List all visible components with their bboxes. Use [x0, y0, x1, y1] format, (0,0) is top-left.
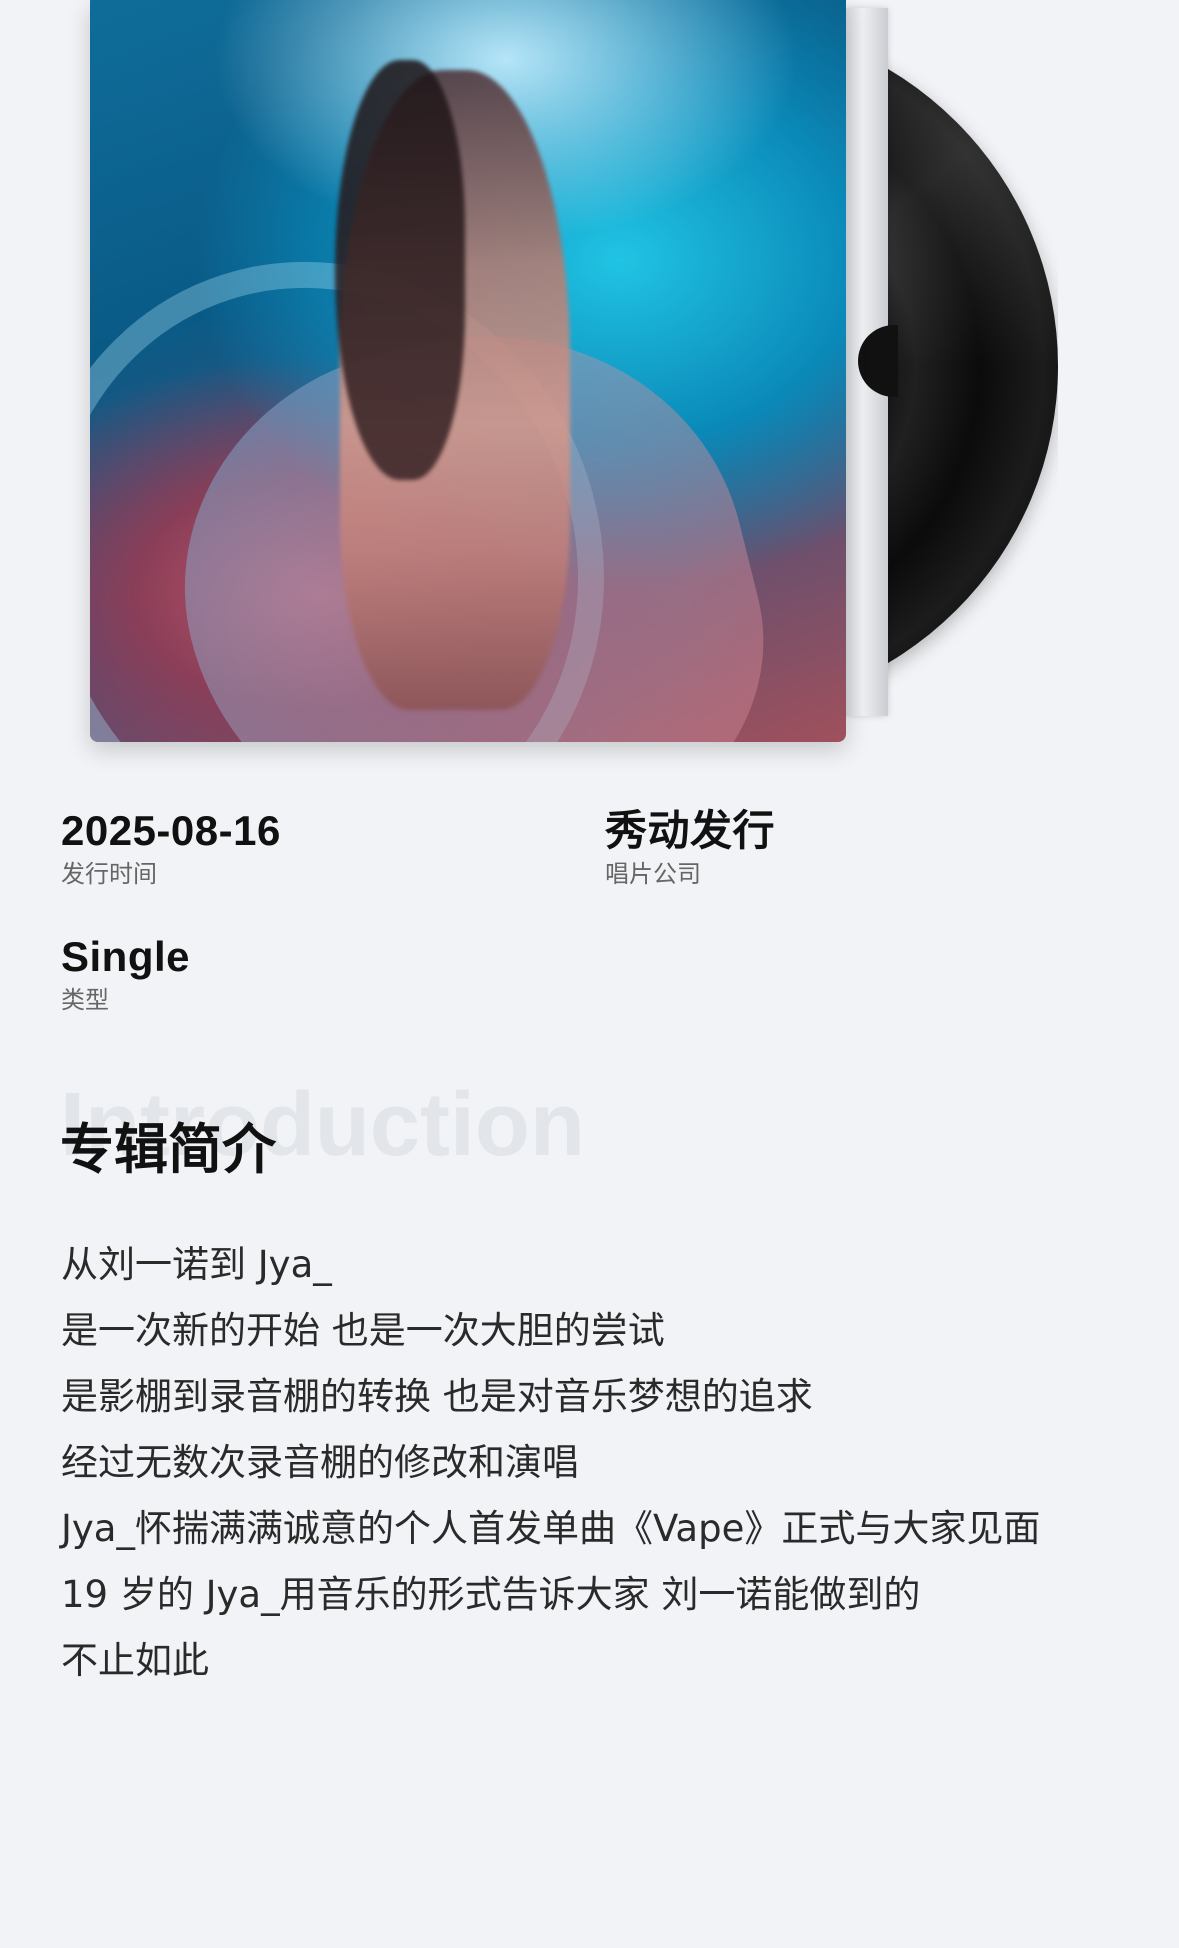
intro-line: 经过无数次录音棚的修改和演唱 [61, 1441, 579, 1484]
release-date-label: 发行时间 [61, 860, 157, 888]
album-artwork-area [0, 0, 1179, 760]
album-cover-image[interactable] [90, 0, 846, 742]
type-block: Single 类型 [61, 931, 561, 1017]
record-label-label: 唱片公司 [605, 860, 701, 888]
release-date-block: 2025-08-16 发行时间 [61, 805, 561, 891]
record-label-block: 秀动发行 唱片公司 [605, 805, 1105, 891]
album-detail-page: 2025-08-16 发行时间 秀动发行 唱片公司 Single 类型 Intr… [0, 0, 1179, 1948]
cover-hair [335, 60, 465, 480]
release-date-value: 2025-08-16 [61, 807, 281, 854]
intro-line: 19 岁的 Jya_用音乐的形式告诉大家 刘一诺能做到的 [61, 1573, 921, 1616]
record-label-value: 秀动发行 [605, 807, 776, 854]
intro-line: 是一次新的开始 也是一次大胆的尝试 [61, 1309, 665, 1352]
type-value: Single [61, 933, 191, 980]
intro-line: Jya_怀揣满满诚意的个人首发单曲《Vape》正式与大家见面 [61, 1507, 1041, 1550]
intro-body: 从刘一诺到 Jya_ 是一次新的开始 也是一次大胆的尝试 是影棚到录音棚的转换 … [61, 1232, 1121, 1694]
type-label: 类型 [61, 986, 109, 1014]
intro-line: 从刘一诺到 Jya_ [61, 1243, 332, 1286]
intro-line: 不止如此 [61, 1639, 209, 1682]
intro-line: 是影棚到录音棚的转换 也是对音乐梦想的追求 [61, 1375, 813, 1418]
intro-title: 专辑简介 [60, 1118, 276, 1181]
